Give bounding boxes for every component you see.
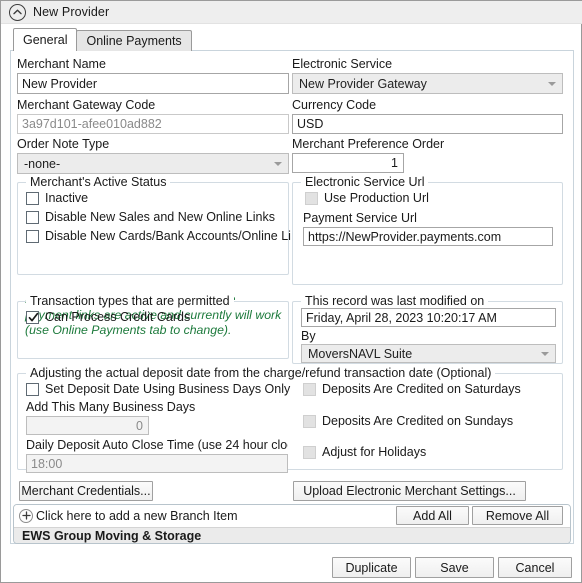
checkbox-adjust-holidays-label: Adjust for Holidays: [322, 445, 427, 459]
auto-close-time-input[interactable]: 18:00: [26, 454, 288, 473]
order-note-type-select[interactable]: -none-: [17, 153, 289, 174]
checkbox-can-process-credit-cards[interactable]: Can Process Credit Cards: [26, 310, 190, 324]
checkbox-inactive-box: [26, 191, 39, 205]
electronic-service-select[interactable]: New Provider Gateway: [292, 73, 563, 94]
electronic-service-url-group: Electronic Service Url Use Production Ur…: [292, 175, 563, 285]
merchant-preference-order-label: Merchant Preference Order: [292, 137, 445, 151]
payment-service-url-label: Payment Service Url: [303, 211, 417, 225]
last-modified-group: This record was last modified on Friday,…: [292, 294, 563, 364]
checkbox-can-process-credit-cards-box: [26, 310, 39, 324]
checkbox-credited-sundays[interactable]: Deposits Are Credited on Sundays: [303, 414, 513, 428]
merchant-gateway-code-input[interactable]: 3a97d101-afee010ad882: [17, 114, 289, 134]
upload-electronic-merchant-settings-button[interactable]: Upload Electronic Merchant Settings...: [293, 481, 526, 501]
branch-items-panel: Click here to add a new Branch Item Add …: [13, 504, 571, 544]
checkbox-inactive-label: Inactive: [45, 191, 89, 205]
checkbox-use-production-url-label: Use Production Url: [324, 191, 429, 205]
tab-online-payments[interactable]: Online Payments: [76, 30, 192, 51]
checkbox-credited-sundays-label: Deposits Are Credited on Sundays: [322, 414, 514, 428]
chevron-down-icon: [548, 81, 556, 86]
last-modified-by-label: By: [301, 329, 316, 343]
last-modified-title: This record was last modified on: [301, 294, 489, 308]
currency-code-input[interactable]: USD: [292, 114, 563, 134]
checkbox-credited-sundays-box: [303, 414, 316, 428]
checkbox-disable-new-sales-box: [26, 210, 39, 224]
remove-all-button[interactable]: Remove All: [472, 506, 563, 525]
last-modified-by-select[interactable]: MoversNAVL Suite: [301, 344, 556, 363]
electronic-service-label: Electronic Service: [292, 57, 393, 71]
merchant-name-input[interactable]: New Provider: [17, 73, 289, 94]
checkbox-use-production-url-box: [305, 191, 318, 205]
electronic-service-url-title: Electronic Service Url: [301, 175, 429, 189]
checkbox-disable-new-sales-label: Disable New Sales and New Online Links: [45, 210, 275, 224]
deposit-adjust-title: Adjusting the actual deposit date from t…: [26, 366, 496, 380]
checkbox-disable-new-cards[interactable]: Disable New Cards/Bank Accounts/Online L…: [26, 229, 291, 243]
currency-code-label: Currency Code: [292, 98, 377, 112]
transaction-types-title: Transaction types that are permitted: [26, 294, 234, 308]
checkbox-disable-new-cards-box: [26, 229, 39, 243]
add-all-button[interactable]: Add All: [396, 506, 469, 525]
checkbox-use-production-url[interactable]: Use Production Url: [305, 191, 429, 205]
checkbox-set-deposit-business-days-label: Set Deposit Date Using Business Days Onl…: [45, 382, 291, 396]
transaction-types-group: Transaction types that are permitted Can…: [17, 294, 289, 359]
chevron-down-icon: [274, 161, 282, 166]
plus-circle-icon[interactable]: [19, 508, 33, 523]
merchants-active-status-group: Merchant's Active Status Inactive Disabl…: [17, 175, 291, 275]
tab-page-general: Merchant Name New Provider Merchant Gate…: [10, 50, 574, 544]
tab-general-label: General: [23, 33, 68, 47]
checkbox-adjust-holidays[interactable]: Adjust for Holidays: [303, 445, 426, 459]
chevron-up-circle-icon[interactable]: [9, 3, 26, 21]
checkbox-can-process-credit-cards-label: Can Process Credit Cards: [45, 310, 191, 324]
add-business-days-label: Add This Many Business Days: [26, 400, 196, 414]
save-button[interactable]: Save: [415, 557, 494, 578]
merchant-preference-order-input[interactable]: 1: [292, 153, 404, 173]
branch-add-label: Click here to add a new Branch Item: [36, 508, 238, 523]
last-modified-timestamp: Friday, April 28, 2023 10:20:17 AM: [301, 308, 556, 327]
window-title: New Provider: [33, 5, 110, 19]
checkbox-disable-new-sales[interactable]: Disable New Sales and New Online Links: [26, 210, 275, 224]
checkbox-set-deposit-business-days-box: [26, 382, 39, 396]
checkbox-adjust-holidays-box: [303, 445, 316, 459]
electronic-service-value: New Provider Gateway: [299, 76, 427, 91]
checkbox-credited-saturdays[interactable]: Deposits Are Credited on Saturdays: [303, 382, 521, 396]
checkbox-inactive[interactable]: Inactive: [26, 191, 88, 205]
tab-strip: General Online Payments: [13, 28, 192, 51]
checkbox-set-deposit-business-days[interactable]: Set Deposit Date Using Business Days Onl…: [26, 382, 290, 396]
branch-add-row[interactable]: Click here to add a new Branch Item Add …: [14, 505, 570, 526]
cancel-button[interactable]: Cancel: [498, 557, 572, 578]
window-titlebar: New Provider: [1, 0, 582, 24]
checkbox-credited-saturdays-label: Deposits Are Credited on Saturdays: [322, 382, 521, 396]
merchant-credentials-button[interactable]: Merchant Credentials...: [19, 481, 153, 501]
order-note-type-value: -none-: [24, 156, 61, 171]
tab-general[interactable]: General: [13, 28, 78, 51]
auto-close-time-label: Daily Deposit Auto Close Time (use 24 ho…: [26, 438, 288, 452]
chevron-down-icon: [541, 351, 549, 356]
order-note-type-label: Order Note Type: [17, 137, 110, 151]
table-row[interactable]: EWS Group Moving & Storage: [14, 527, 570, 543]
tab-online-payments-label: Online Payments: [86, 34, 182, 48]
new-provider-window: New Provider General Online Payments Mer…: [0, 0, 582, 583]
payment-service-url-input[interactable]: https://NewProvider.payments.com: [303, 227, 553, 246]
add-business-days-input[interactable]: 0: [26, 416, 149, 435]
merchant-name-label: Merchant Name: [17, 57, 106, 71]
checkbox-disable-new-cards-label: Disable New Cards/Bank Accounts/Online L…: [45, 229, 291, 243]
last-modified-by-value: MoversNAVL Suite: [308, 346, 413, 361]
checkbox-credited-saturdays-box: [303, 382, 316, 396]
merchant-gateway-code-label: Merchant Gateway Code: [17, 98, 156, 112]
merchants-active-status-title: Merchant's Active Status: [26, 175, 171, 189]
deposit-adjust-group: Adjusting the actual deposit date from t…: [17, 366, 563, 473]
branch-row-name: EWS Group Moving & Storage: [22, 529, 202, 543]
duplicate-button[interactable]: Duplicate: [332, 557, 411, 578]
